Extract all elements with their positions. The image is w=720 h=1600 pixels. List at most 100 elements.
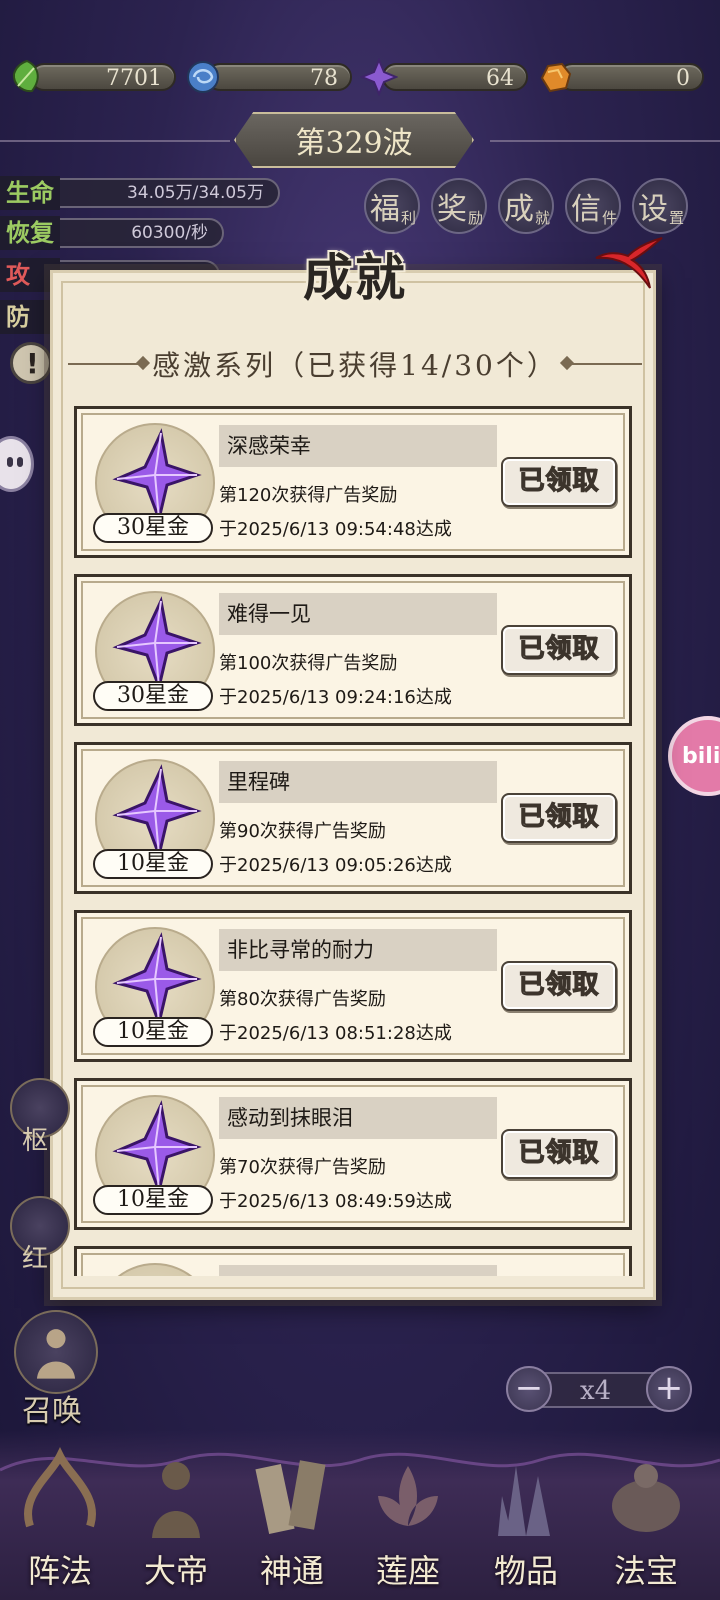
bilibili-icon[interactable]: bili xyxy=(668,716,720,796)
formation-icon xyxy=(24,1447,96,1528)
nav-label: 物品 xyxy=(493,1552,558,1590)
achievement-name xyxy=(219,1265,497,1276)
bottom-nav: 阵法 大帝 神通 莲座 物品 法宝 xyxy=(0,1430,720,1600)
nav-label: 神通 xyxy=(259,1552,324,1590)
nav-divine-power[interactable]: 神通 xyxy=(236,1446,348,1596)
menu-big-char: 信 xyxy=(571,192,601,227)
purple-crystal-icon xyxy=(112,596,202,693)
achievement-date: 于2025/6/13 09:05:26达成 xyxy=(219,855,452,876)
claimed-button[interactable]: 已领取 xyxy=(501,961,617,1011)
menu-small-char: 励 xyxy=(467,209,483,227)
resource-ore[interactable]: 0 xyxy=(536,58,704,96)
achievement-list[interactable]: 30星金 深感荣幸 第120次获得广告奖励 于2025/6/13 09:54:4… xyxy=(72,400,636,1276)
claimed-button[interactable]: 已领取 xyxy=(501,793,617,843)
menu-achievement-button[interactable]: 成 就 xyxy=(498,178,554,234)
menu-big-char: 设 xyxy=(638,192,668,227)
achievement-name: 非比寻常的耐力 xyxy=(219,929,497,971)
menu-welfare-button[interactable]: 福 利 xyxy=(364,178,420,234)
reward-amount: 30星金 xyxy=(93,513,213,543)
series-divider-right xyxy=(565,363,643,365)
achievement-date: 于2025/6/13 08:49:59达成 xyxy=(219,1191,452,1212)
stat-label: 生命 xyxy=(0,176,60,210)
achievement-date: 于2025/6/13 08:51:28达成 xyxy=(219,1023,452,1044)
achievement-card: 10星金 非比寻常的耐力 第80次获得广告奖励 于2025/6/13 08:51… xyxy=(74,910,632,1062)
achievement-condition: 第120次获得广告奖励 xyxy=(219,485,398,506)
menu-small-char: 置 xyxy=(668,209,684,227)
green-leaf-icon xyxy=(12,59,39,93)
chat-bubble-icon[interactable] xyxy=(0,436,34,492)
series-header: 感激系列（已获得14/30个） xyxy=(60,342,650,386)
treasure-icon xyxy=(612,1464,680,1532)
side-button-2[interactable]: 红 xyxy=(10,1196,70,1274)
claimed-button[interactable]: 已领取 xyxy=(501,625,617,675)
menu-small-char: 利 xyxy=(400,209,416,227)
alert-button[interactable]: ! xyxy=(10,342,52,384)
claimed-button[interactable]: 已领取 xyxy=(501,457,617,507)
summon-label: 召唤 xyxy=(22,1394,82,1429)
reward-amount: 10星金 xyxy=(93,849,213,879)
achievement-condition: 第90次获得广告奖励 xyxy=(219,821,386,842)
stat-value: 34.05万/34.05万 xyxy=(54,178,280,208)
menu-mail-button[interactable]: 信 件 xyxy=(565,178,621,234)
achievement-name: 深感荣幸 xyxy=(219,425,497,467)
resource-orb[interactable]: 78 xyxy=(184,58,352,96)
buddha-icon xyxy=(14,1310,98,1394)
claimed-button[interactable]: 已领取 xyxy=(501,1129,617,1179)
crystal-cluster-icon xyxy=(498,1466,550,1536)
resource-leaf[interactable]: 7701 xyxy=(8,58,176,96)
achievement-date: 于2025/6/13 09:54:48达成 xyxy=(219,519,452,540)
stat-value: 60300/秒 xyxy=(54,218,224,248)
resource-value: 64 xyxy=(486,66,514,91)
resource-value: 0 xyxy=(676,66,690,91)
nav-emperor[interactable]: 大帝 xyxy=(120,1446,232,1596)
menu-settings-button[interactable]: 设 置 xyxy=(632,178,688,234)
nav-formation[interactable]: 阵法 xyxy=(4,1446,116,1596)
side-label: 红 xyxy=(22,1244,49,1274)
nav-label: 莲座 xyxy=(375,1552,440,1590)
speed-control: x4 − + xyxy=(506,1366,692,1414)
nav-treasure[interactable]: 法宝 xyxy=(590,1446,702,1596)
talisman-icon xyxy=(255,1460,326,1534)
reward-amount: 10星金 xyxy=(93,1185,213,1215)
menu-reward-button[interactable]: 奖 励 xyxy=(431,178,487,234)
achievement-condition: 第80次获得广告奖励 xyxy=(219,989,386,1010)
emperor-icon xyxy=(152,1462,200,1538)
resource-bar: 7701 78 64 0 xyxy=(8,58,712,98)
nav-lotus[interactable]: 莲座 xyxy=(352,1446,464,1596)
nav-label: 阵法 xyxy=(27,1552,92,1590)
speed-minus-button[interactable]: − xyxy=(506,1366,552,1412)
speed-plus-button[interactable]: + xyxy=(646,1366,692,1412)
purple-crystal-icon xyxy=(112,428,202,525)
series-title: 感激系列（已获得14/30个） xyxy=(152,349,558,382)
dialog-title: 成就 xyxy=(303,248,407,307)
resource-value: 78 xyxy=(310,66,338,91)
nav-label: 法宝 xyxy=(613,1552,678,1590)
resource-value: 7701 xyxy=(106,66,162,91)
achievement-card: 30星金 深感荣幸 第120次获得广告奖励 于2025/6/13 09:54:4… xyxy=(74,406,632,558)
speed-value: x4 xyxy=(580,1376,612,1406)
side-button-1[interactable]: 枢 xyxy=(10,1078,70,1156)
menu-big-char: 奖 xyxy=(437,192,467,227)
purple-crystal-icon xyxy=(112,1100,202,1197)
menu-small-char: 就 xyxy=(534,209,550,227)
stat-regen: 60300/秒 恢复 xyxy=(0,216,224,250)
achievement-condition: 第70次获得广告奖励 xyxy=(219,1157,386,1178)
achievement-card: 10星金 里程碑 第90次获得广告奖励 于2025/6/13 09:05:26达… xyxy=(74,742,632,894)
menu-small-char: 件 xyxy=(601,209,617,227)
resource-crystal[interactable]: 64 xyxy=(360,58,528,96)
achievement-name: 难得一见 xyxy=(219,593,497,635)
side-label: 枢 xyxy=(22,1126,49,1156)
achievement-name: 感动到抹眼泪 xyxy=(219,1097,497,1139)
menu-big-char: 福 xyxy=(370,192,400,227)
close-icon[interactable] xyxy=(588,230,668,310)
wave-divider-right xyxy=(490,140,720,142)
stat-label: 恢复 xyxy=(0,216,60,250)
nav-items[interactable]: 物品 xyxy=(470,1446,582,1596)
achievement-card-partial xyxy=(74,1246,632,1276)
reward-icon-bg xyxy=(95,1263,215,1276)
menu-big-char: 成 xyxy=(504,192,534,227)
achievement-card: 10星金 感动到抹眼泪 第70次获得广告奖励 于2025/6/13 08:49:… xyxy=(74,1078,632,1230)
purple-crystal-icon xyxy=(112,764,202,861)
summon-button[interactable]: 召唤 xyxy=(10,1310,102,1429)
achievement-date: 于2025/6/13 09:24:16达成 xyxy=(219,687,452,708)
